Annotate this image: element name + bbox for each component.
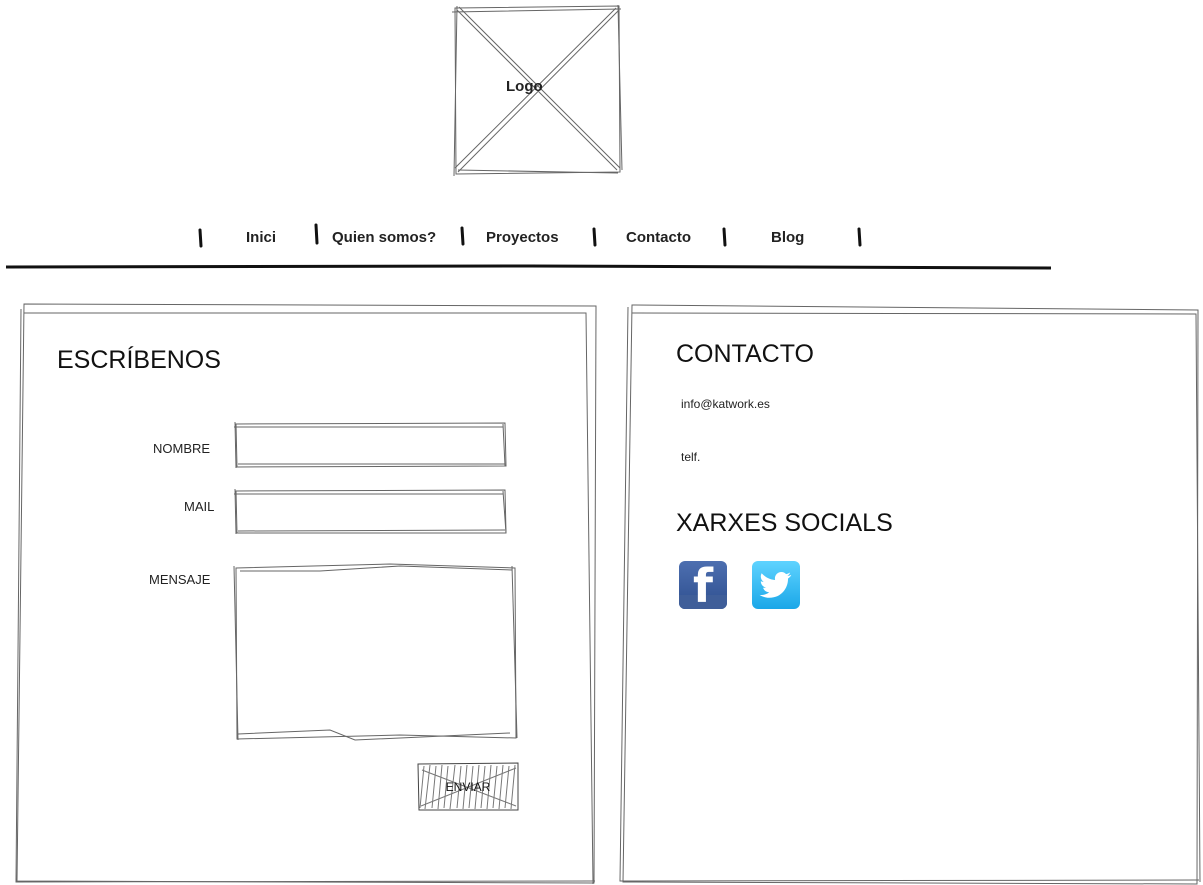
mail-label: MAIL bbox=[184, 499, 215, 514]
nav-item-contacto[interactable]: Contacto bbox=[626, 229, 691, 246]
message-label: MENSAJE bbox=[149, 572, 211, 587]
contact-email: info@katwork.es bbox=[681, 397, 770, 411]
name-input[interactable] bbox=[238, 426, 504, 464]
form-heading: ESCRÍBENOS bbox=[57, 346, 221, 374]
nav-item-quien-somos[interactable]: Quien somos? bbox=[332, 229, 436, 246]
twitter-icon[interactable] bbox=[752, 561, 800, 609]
contact-phone: telf. bbox=[681, 450, 701, 464]
facebook-f-glyph: f bbox=[693, 561, 714, 609]
send-button-label: ENVIAR bbox=[445, 779, 491, 794]
nav-item-blog[interactable]: Blog bbox=[771, 229, 804, 246]
facebook-icon[interactable]: f bbox=[679, 561, 727, 609]
mail-input[interactable] bbox=[238, 493, 504, 531]
twitter-bird-glyph bbox=[759, 572, 792, 598]
logo-label: Logo bbox=[506, 78, 543, 95]
nav-item-proyectos[interactable]: Proyectos bbox=[486, 229, 559, 246]
social-heading: XARXES SOCIALS bbox=[676, 509, 893, 537]
message-textarea[interactable] bbox=[240, 572, 512, 734]
send-button[interactable]: ENVIAR bbox=[418, 763, 518, 810]
contact-heading: CONTACTO bbox=[676, 340, 814, 368]
nav-underline bbox=[5, 264, 1052, 270]
nav-item-inici[interactable]: Inici bbox=[246, 229, 276, 246]
name-label: NOMBRE bbox=[153, 441, 211, 456]
